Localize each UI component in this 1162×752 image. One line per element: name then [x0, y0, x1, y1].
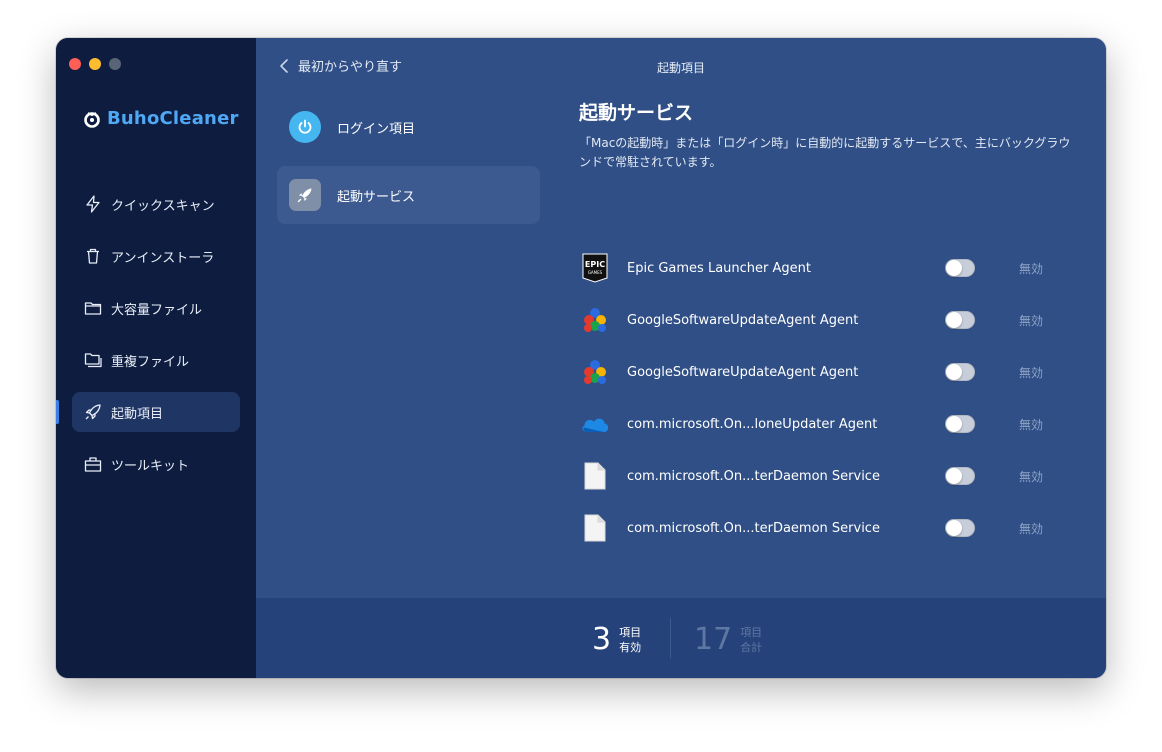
minimize-window-button[interactable] — [89, 58, 101, 70]
window-title: 起動項目 — [656, 61, 705, 75]
service-status: 無効 — [1019, 313, 1044, 328]
traffic-lights — [69, 58, 121, 70]
active-indicator — [56, 400, 59, 424]
service-toggle[interactable] — [945, 311, 975, 329]
list-item: com.microsoft.On...terDaemon Service 無効 — [579, 502, 1059, 554]
svg-text:EPIC: EPIC — [585, 260, 605, 269]
service-status: 無効 — [1019, 261, 1044, 276]
duplicate-folder-icon — [84, 353, 102, 368]
service-status: 無効 — [1019, 469, 1044, 484]
summary-footer: 3 項目 有効 17 項目 合計 — [256, 598, 1106, 678]
service-toggle[interactable] — [945, 467, 975, 485]
onedrive-icon — [579, 408, 611, 440]
zoom-window-button[interactable] — [109, 58, 121, 70]
total-count: 17 — [694, 622, 733, 657]
list-item: EPIC GAMES Epic Games Launcher Agent 無効 — [579, 242, 1059, 294]
total-count-stat: 17 項目 合計 — [694, 622, 762, 657]
sidebar-item-quick-scan[interactable]: クイックスキャン — [72, 184, 240, 224]
toggle-knob — [946, 260, 962, 276]
service-status: 無効 — [1019, 365, 1044, 380]
sidebar-item-label: 重複ファイル — [111, 354, 190, 370]
submenu-label: ログイン項目 — [337, 121, 416, 137]
service-name: GoogleSoftwareUpdateAgent Agent — [627, 364, 859, 380]
bolt-icon — [86, 195, 100, 213]
service-status: 無効 — [1019, 417, 1044, 432]
sidebar-item-uninstaller[interactable]: アンインストーラ — [72, 236, 240, 276]
footer-divider — [670, 618, 671, 658]
rocket-icon — [85, 404, 101, 420]
enabled-count: 3 — [592, 622, 612, 657]
service-name: GoogleSoftwareUpdateAgent Agent — [627, 312, 859, 328]
submenu-label: 起動サービス — [337, 189, 416, 205]
svg-text:GAMES: GAMES — [588, 270, 603, 275]
sidebar-item-label: アンインストーラ — [111, 250, 215, 266]
sidebar-item-startup-items[interactable]: 起動項目 — [56, 392, 240, 432]
buho-logo-icon — [84, 111, 100, 128]
app-name: BuhoCleaner — [107, 108, 239, 129]
sidebar-nav: クイックスキャン アンインストーラ 大容量ファイル 重複ファイル 起動項目 ツー… — [56, 184, 240, 496]
sidebar-item-label: 起動項目 — [111, 406, 164, 422]
service-name: com.microsoft.On...terDaemon Service — [627, 520, 880, 536]
enabled-label-line-1: 項目 — [619, 625, 642, 639]
sidebar-item-duplicate-files[interactable]: 重複ファイル — [72, 340, 240, 380]
enabled-count-stat: 3 項目 有効 — [592, 622, 641, 657]
sidebar-item-label: 大容量ファイル — [111, 302, 203, 318]
toggle-knob — [946, 312, 962, 328]
total-count-label: 項目 合計 — [740, 625, 762, 655]
rocket-icon — [289, 179, 321, 211]
service-toggle[interactable] — [945, 259, 975, 277]
startup-submenu: ログイン項目 起動サービス — [277, 98, 540, 234]
submenu-login-items[interactable]: ログイン項目 — [277, 98, 540, 156]
file-icon — [579, 512, 611, 544]
app-window: BuhoCleaner クイックスキャン アンインストーラ 大容量ファイル 重複… — [56, 38, 1106, 678]
sidebar-item-label: クイックスキャン — [111, 198, 215, 214]
sidebar-item-toolkit[interactable]: ツールキット — [72, 444, 240, 484]
service-name: com.microsoft.On...loneUpdater Agent — [627, 416, 878, 432]
total-label-line-1: 項目 — [740, 625, 763, 639]
section-description: 「Macの起動時」または「ログイン時」に自動的に起動するサービスで、主にバックグ… — [579, 136, 1071, 169]
folder-icon — [84, 302, 102, 315]
toolkit-icon — [84, 457, 102, 472]
app-logo: BuhoCleaner — [83, 108, 239, 129]
toggle-knob — [946, 520, 962, 536]
service-toggle[interactable] — [945, 415, 975, 433]
file-icon — [579, 460, 611, 492]
list-item: com.microsoft.On...loneUpdater Agent 無効 — [579, 398, 1059, 450]
sidebar-item-label: ツールキット — [111, 458, 190, 474]
list-item: GoogleSoftwareUpdateAgent Agent 無効 — [579, 294, 1059, 346]
epic-games-icon: EPIC GAMES — [579, 252, 611, 284]
submenu-launch-services[interactable]: 起動サービス — [277, 166, 540, 224]
toggle-knob — [946, 364, 962, 380]
services-list: EPIC GAMES Epic Games Launcher Agent 無効 G… — [579, 242, 1059, 554]
sidebar: BuhoCleaner クイックスキャン アンインストーラ 大容量ファイル 重複… — [56, 38, 256, 678]
enabled-count-label: 項目 有効 — [619, 625, 641, 655]
trash-icon — [87, 248, 99, 264]
service-name: com.microsoft.On...terDaemon Service — [627, 468, 880, 484]
sidebar-item-large-files[interactable]: 大容量ファイル — [72, 288, 240, 328]
toggle-knob — [946, 468, 962, 484]
service-toggle[interactable] — [945, 363, 975, 381]
service-toggle[interactable] — [945, 519, 975, 537]
main-panel: 最初からやり直す 起動項目 ログイン項目 起動サービス 起動サービス 「Macの… — [256, 38, 1106, 678]
list-item: GoogleSoftwareUpdateAgent Agent 無効 — [579, 346, 1059, 398]
service-status: 無効 — [1019, 521, 1044, 536]
google-update-icon — [579, 356, 611, 388]
service-name: Epic Games Launcher Agent — [627, 260, 811, 276]
enabled-label-line-2: 有効 — [619, 640, 642, 654]
list-item: com.microsoft.On...terDaemon Service 無効 — [579, 450, 1059, 502]
close-window-button[interactable] — [69, 58, 81, 70]
google-update-icon — [579, 304, 611, 336]
toggle-knob — [946, 416, 962, 432]
total-label-line-2: 合計 — [740, 640, 763, 654]
section-title: 起動サービス — [579, 102, 694, 124]
power-icon — [289, 111, 321, 143]
